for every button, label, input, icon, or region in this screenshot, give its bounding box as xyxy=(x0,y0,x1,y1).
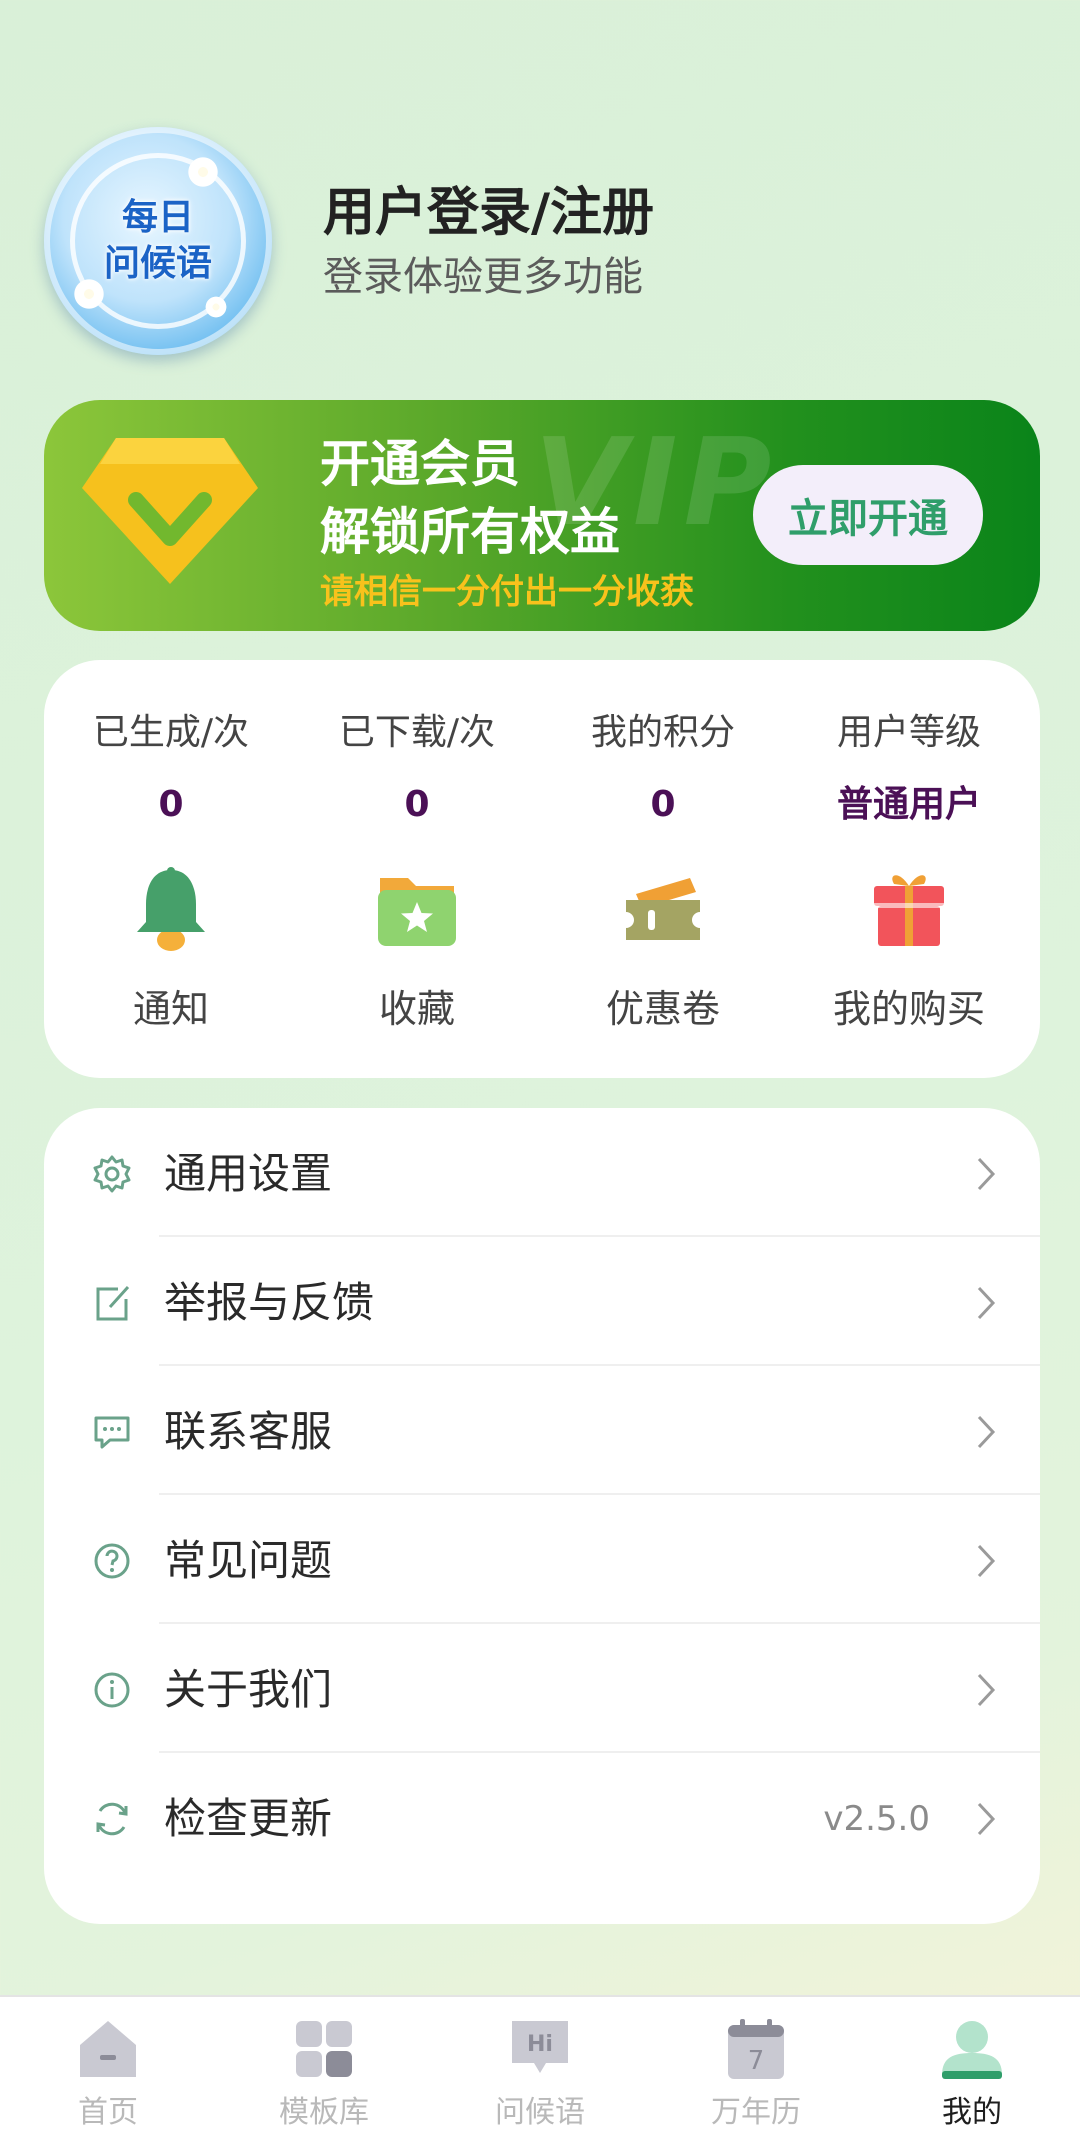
nav-label: 模板库 xyxy=(279,2095,369,2130)
bell-icon xyxy=(137,867,205,951)
vip-banner[interactable]: VIP 开通会员 解锁所有权益 请相信一分付出一分收获 立即开通 xyxy=(44,400,1040,631)
quick-link-notifications[interactable]: 通知 xyxy=(48,866,294,1034)
nav-item-greetings[interactable]: Hi 问候语 xyxy=(432,1997,648,2150)
vip-title: 开通会员 解锁所有权益 xyxy=(320,430,620,566)
stat-label: 用户等级 xyxy=(836,712,981,753)
login-title[interactable]: 用户登录/注册 xyxy=(323,183,654,243)
vip-slogan: 请相信一分付出一分收获 xyxy=(320,572,694,612)
vip-title-line1: 开通会员 xyxy=(320,435,520,493)
quick-link-label: 收藏 xyxy=(378,987,455,1031)
chevron-right-icon xyxy=(977,1544,996,1578)
settings-row-faq[interactable]: 常见问题 xyxy=(44,1495,1040,1624)
settings-row-general[interactable]: 通用设置 xyxy=(44,1108,1040,1237)
nav-label: 首页 xyxy=(78,2095,138,2130)
gear-icon xyxy=(93,1155,131,1193)
stat-points[interactable]: 我的积分 0 xyxy=(540,708,786,830)
chevron-right-icon xyxy=(977,1673,996,1707)
stat-user-level[interactable]: 用户等级 普通用户 xyxy=(786,708,1032,830)
ticket-icon xyxy=(626,878,700,940)
settings-row-label: 联系客服 xyxy=(164,1407,333,1456)
refresh-icon xyxy=(96,1802,128,1836)
nav-label: 问候语 xyxy=(495,2095,585,2130)
quick-link-label: 我的购买 xyxy=(832,987,985,1031)
flower-icon xyxy=(204,295,228,319)
quick-link-purchases[interactable]: 我的购买 xyxy=(786,866,1032,1034)
settings-card: 通用设置 举报与反馈 联系客服 常见问题 关于我们 检查更新 v2.5.0 xyxy=(44,1108,1040,1924)
stat-label: 我的积分 xyxy=(590,712,735,753)
settings-row-label: 举报与反馈 xyxy=(164,1278,375,1327)
profile-icon xyxy=(942,2021,1002,2079)
quick-link-coupons[interactable]: 优惠卷 xyxy=(540,866,786,1034)
avatar[interactable]: 每日 问候语 xyxy=(44,127,272,355)
flower-icon xyxy=(186,155,220,189)
vip-diamond-icon xyxy=(82,438,258,584)
settings-row-feedback[interactable]: 举报与反馈 xyxy=(44,1237,1040,1366)
calendar-day-text: 7 xyxy=(748,2046,765,2076)
chevron-right-icon xyxy=(977,1157,996,1191)
settings-row-check-update[interactable]: 检查更新 v2.5.0 xyxy=(44,1753,1040,1882)
svg-text:Hi: Hi xyxy=(527,2032,553,2057)
nav-label: 我的 xyxy=(942,2095,1002,2130)
stats-card: 已生成/次 0 已下载/次 0 我的积分 0 用户等级 普通用户 通知 收藏 优… xyxy=(44,660,1040,1078)
flower-icon xyxy=(72,277,106,311)
bottom-nav: 首页 模板库 Hi 问候语 7 万年历 我的 xyxy=(0,1995,1080,2150)
question-icon xyxy=(94,1543,130,1579)
settings-row-label: 常见问题 xyxy=(164,1536,333,1585)
avatar-line1: 每日 xyxy=(121,197,194,238)
quick-link-label: 通知 xyxy=(132,987,209,1031)
stat-value: 普通用户 xyxy=(836,784,981,825)
stat-generated[interactable]: 已生成/次 0 xyxy=(48,708,294,830)
version-text: v2.5.0 xyxy=(823,1799,930,1839)
open-vip-button[interactable]: 立即开通 xyxy=(753,465,983,565)
home-icon xyxy=(80,2021,136,2077)
chevron-right-icon xyxy=(977,1286,996,1320)
settings-row-support[interactable]: 联系客服 xyxy=(44,1366,1040,1495)
settings-row-label: 检查更新 xyxy=(164,1794,333,1843)
hi-bubble-icon: Hi xyxy=(512,2021,568,2073)
stat-value: 0 xyxy=(404,784,430,825)
gift-icon xyxy=(874,875,944,946)
avatar-logo-text: 每日 问候语 xyxy=(104,195,212,287)
chevron-right-icon xyxy=(977,1802,996,1836)
grid-icon xyxy=(296,2021,352,2077)
edit-icon xyxy=(96,1285,130,1321)
stat-label: 已下载/次 xyxy=(338,712,496,753)
nav-label: 万年历 xyxy=(711,2095,801,2130)
login-subtitle: 登录体验更多功能 xyxy=(323,254,643,300)
settings-row-label: 通用设置 xyxy=(164,1149,333,1198)
stat-downloaded[interactable]: 已下载/次 0 xyxy=(294,708,540,830)
quick-link-label: 优惠卷 xyxy=(605,987,720,1031)
vip-title-line2: 解锁所有权益 xyxy=(320,503,620,561)
nav-item-templates[interactable]: 模板库 xyxy=(216,1997,432,2150)
stat-value: 0 xyxy=(650,784,676,825)
chat-icon xyxy=(94,1416,130,1449)
quick-link-favorites[interactable]: 收藏 xyxy=(294,866,540,1034)
nav-item-mine[interactable]: 我的 xyxy=(864,1997,1080,2150)
settings-row-label: 关于我们 xyxy=(164,1665,333,1714)
stat-value: 0 xyxy=(158,784,184,825)
nav-item-calendar[interactable]: 7 万年历 xyxy=(648,1997,864,2150)
folder-star-icon xyxy=(378,878,456,946)
avatar-line2: 问候语 xyxy=(103,243,212,284)
settings-row-about[interactable]: 关于我们 xyxy=(44,1624,1040,1753)
chevron-right-icon xyxy=(977,1415,996,1449)
calendar-icon: 7 xyxy=(728,2019,784,2079)
nav-item-home[interactable]: 首页 xyxy=(0,1997,216,2150)
info-icon xyxy=(94,1672,130,1708)
stat-label: 已生成/次 xyxy=(92,712,250,753)
